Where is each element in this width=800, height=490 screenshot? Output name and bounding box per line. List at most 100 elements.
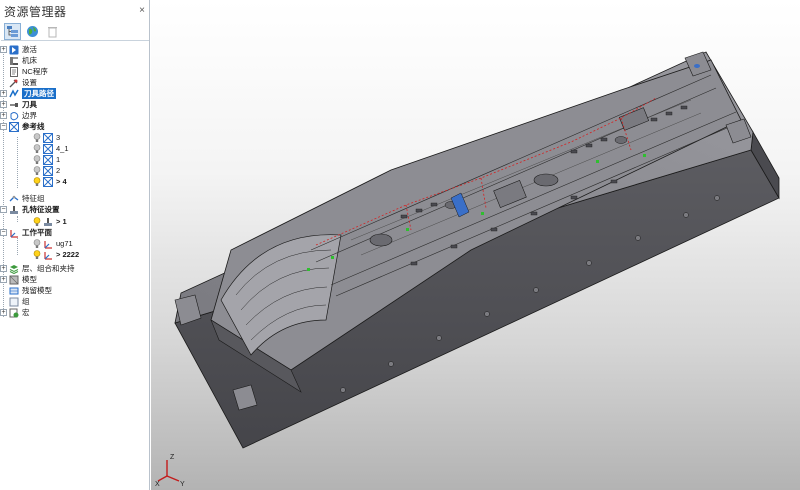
bulb-off-icon[interactable]	[33, 143, 41, 154]
tree-item-label: 机床	[22, 56, 37, 65]
axis-x-label: X	[155, 481, 160, 486]
tree-item-machine[interactable]: 机床	[0, 55, 37, 66]
workplane-icon	[43, 239, 53, 249]
tree-item-pattern-4-1[interactable]: 4_1	[33, 143, 69, 154]
tree-item-models[interactable]: + 模型	[0, 274, 37, 285]
macro-icon	[9, 308, 19, 318]
tree-item-hole-feature-sets[interactable]: − 孔特征设置	[0, 204, 60, 215]
stock-model-icon	[9, 286, 19, 296]
axis-z-label: Z	[170, 454, 175, 461]
expand-toggle[interactable]: +	[0, 101, 7, 108]
axis-triad-icon: Z X Y	[155, 454, 185, 486]
bulb-off-icon[interactable]	[33, 154, 41, 165]
tree-item-activate[interactable]: + 激活	[0, 44, 37, 55]
pattern-icon	[9, 121, 19, 132]
tree-item-label: 残留模型	[22, 286, 52, 295]
tree-item-stock-models[interactable]: 残留模型	[0, 285, 52, 296]
tree-item-hole-feature-1[interactable]: > 1	[33, 216, 67, 227]
tree-item-label: 刀具	[22, 100, 37, 109]
tree-item-groups[interactable]: 组	[0, 296, 30, 307]
tree-item-label: 参考线	[22, 122, 45, 131]
expand-toggle[interactable]: +	[0, 265, 7, 272]
pattern-icon	[43, 143, 53, 154]
axis-y-label: Y	[180, 481, 185, 486]
tree-item-macros[interactable]: + 宏	[0, 307, 30, 318]
expand-toggle[interactable]: −	[0, 229, 7, 236]
bulb-off-icon[interactable]	[33, 238, 41, 249]
workplane-icon	[43, 250, 53, 260]
tree-item-label: 特征组	[22, 194, 45, 203]
expand-toggle[interactable]: +	[0, 309, 7, 316]
bulb-on-icon[interactable]	[33, 249, 41, 260]
tree-item-workplanes[interactable]: − 工作平面	[0, 227, 52, 238]
tree-item-label: 刀具路径	[22, 88, 56, 99]
tree-item-pattern-1[interactable]: 1	[33, 154, 60, 165]
tree-item-label: 宏	[22, 308, 30, 317]
close-icon[interactable]: ×	[137, 5, 147, 16]
tree-item-toolpaths[interactable]: + 刀具路径	[0, 88, 56, 99]
trash-icon[interactable]	[44, 23, 61, 40]
explorer-toolbar	[1, 22, 149, 41]
expand-toggle[interactable]: +	[0, 112, 7, 119]
tree-item-label: 2	[56, 166, 61, 175]
expand-toggle[interactable]: −	[0, 123, 7, 130]
tree-item-boundaries[interactable]: + 边界	[0, 110, 37, 121]
bulb-off-icon[interactable]	[33, 165, 41, 176]
tree-item-setup[interactable]: 设置	[0, 77, 37, 88]
bulb-on-icon[interactable]	[33, 216, 41, 227]
bulb-on-icon[interactable]	[33, 176, 41, 187]
explorer-tree-icon[interactable]	[4, 23, 21, 40]
tree-item-pattern-4-active[interactable]: > 4	[33, 176, 67, 187]
setup-icon	[9, 78, 19, 88]
group-icon	[9, 297, 19, 307]
tree-item-label: 4_1	[56, 144, 69, 153]
pattern-icon	[43, 132, 53, 143]
tree-item-label: 设置	[22, 78, 37, 87]
tree-item-label: > 2222	[56, 250, 80, 259]
tree-item-feature-groups[interactable]: 特征组	[0, 193, 45, 204]
explorer-panel: 资源管理器 × + 激活 机床 NC程序 设置 + 刀具路径 + 刀具 + 边界…	[0, 0, 150, 490]
tree-item-label: 模型	[22, 275, 37, 284]
tree-item-label: 孔特征设置	[22, 205, 60, 214]
tree-item-label: NC程序	[22, 67, 48, 76]
hole-feature-icon	[43, 217, 53, 227]
explorer-title: 资源管理器	[4, 5, 67, 19]
tree-item-levels-sets-clamps[interactable]: + 层、组合和夹持	[0, 263, 75, 274]
tree-item-patterns[interactable]: − 参考线	[0, 121, 45, 132]
tree-item-label: > 4	[56, 177, 67, 186]
layers-icon	[9, 264, 19, 274]
mold-model	[174, 51, 780, 449]
tree-item-label: 激活	[22, 45, 37, 54]
globe-icon[interactable]	[24, 23, 41, 40]
nc-program-icon	[9, 66, 19, 77]
activate-icon	[9, 45, 19, 55]
tree-item-pattern-2[interactable]: 2	[33, 165, 60, 176]
model-icon	[9, 275, 19, 285]
pattern-icon	[43, 176, 53, 187]
graphics-viewport[interactable]: Z X Y	[151, 0, 800, 490]
tool-icon	[9, 100, 19, 110]
workplane-icon	[9, 228, 19, 238]
tree-item-label: 3	[56, 133, 61, 142]
tree-item-nc-program[interactable]: NC程序	[0, 66, 48, 77]
expand-toggle[interactable]: −	[0, 206, 7, 213]
toolpath-icon	[9, 88, 19, 99]
tree-item-pattern-3[interactable]: 3	[33, 132, 60, 143]
tree-item-label: > 1	[56, 217, 67, 226]
tree-item-label: 边界	[22, 111, 37, 120]
tree-item-label: 工作平面	[22, 228, 52, 237]
boundary-icon	[9, 111, 19, 121]
pattern-icon	[43, 165, 53, 176]
feature-group-icon	[9, 194, 19, 204]
expand-toggle[interactable]: +	[0, 276, 7, 283]
tree-item-label: 1	[56, 155, 61, 164]
tree-item-tools[interactable]: + 刀具	[0, 99, 37, 110]
bulb-off-icon[interactable]	[33, 132, 41, 143]
expand-toggle[interactable]: +	[0, 46, 7, 53]
machine-icon	[9, 56, 19, 66]
tree-item-workplane-ug71[interactable]: ug71	[33, 238, 73, 249]
tree-item-workplane-2222[interactable]: > 2222	[33, 249, 79, 260]
pattern-icon	[43, 154, 53, 165]
expand-toggle[interactable]: +	[0, 90, 7, 97]
tree-item-label: 组	[22, 297, 30, 306]
